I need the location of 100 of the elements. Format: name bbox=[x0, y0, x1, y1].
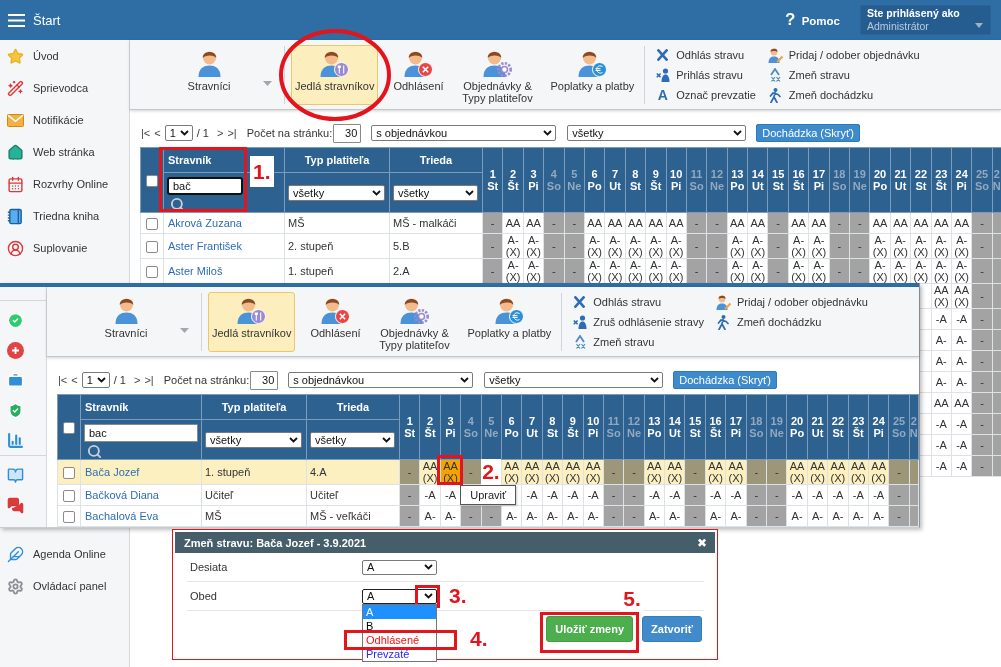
module-button[interactable]: Jedlá stravníkov bbox=[208, 291, 296, 352]
meal-cell[interactable]: A- bbox=[440, 505, 461, 527]
meal-cell[interactable]: AA (X) bbox=[786, 459, 808, 485]
per-page-field[interactable]: 30 bbox=[333, 123, 362, 143]
meal-cell[interactable]: A- bbox=[542, 505, 563, 527]
previous-page-link[interactable]: < bbox=[154, 127, 161, 139]
meal-cell[interactable]: -A bbox=[419, 484, 441, 506]
meal-cell[interactable]: A- (X) bbox=[890, 233, 911, 259]
last-page-link[interactable]: >| bbox=[144, 374, 154, 386]
checkbox[interactable] bbox=[146, 240, 158, 253]
meal-cell[interactable]: A- bbox=[562, 505, 583, 527]
meal-cell[interactable]: A- bbox=[951, 350, 972, 372]
meal-cell[interactable]: A- (X) bbox=[931, 233, 952, 259]
shield-check-icon[interactable] bbox=[7, 401, 24, 419]
meal-cell[interactable]: AA bbox=[502, 212, 524, 234]
meal-cell[interactable]: A- (X) bbox=[869, 233, 891, 259]
action-link[interactable]: Pridaj / odober objednávku bbox=[767, 45, 920, 65]
module-button[interactable]: Objednávky & Typy platiteľov bbox=[450, 44, 545, 105]
sidebar-item[interactable]: Ovládací panel bbox=[0, 570, 129, 602]
meal-cell[interactable]: A- (X) bbox=[666, 233, 687, 259]
meal-cell[interactable]: AA bbox=[931, 392, 952, 414]
meal-cell[interactable]: A- (X) bbox=[808, 233, 830, 259]
meal-cell[interactable]: -A bbox=[583, 484, 604, 506]
book-icon[interactable] bbox=[7, 466, 24, 484]
meal-cell[interactable]: -A bbox=[951, 308, 972, 330]
meal-cell[interactable]: -A bbox=[725, 484, 747, 506]
checkbox[interactable] bbox=[63, 466, 75, 479]
meal-cell[interactable]: AA bbox=[890, 212, 911, 234]
sidebar-item[interactable]: Agenda Online bbox=[0, 538, 129, 570]
caret-down-icon[interactable] bbox=[263, 81, 272, 86]
plus-circle-icon[interactable] bbox=[7, 341, 24, 359]
meal-cell[interactable]: AA bbox=[931, 212, 952, 234]
meal-cell[interactable]: AA (X) bbox=[644, 459, 665, 485]
action-link[interactable]: Odhlás stravu bbox=[655, 45, 756, 65]
meal-cell[interactable]: -A bbox=[951, 455, 972, 477]
meal-cell[interactable]: -A bbox=[931, 434, 952, 456]
order-filter-select[interactable]: s objednávkou bbox=[288, 372, 474, 388]
meal-cell[interactable]: -A bbox=[931, 455, 952, 477]
meal-cell[interactable]: AA (X) bbox=[562, 459, 583, 485]
meal-cell[interactable]: A- (X) bbox=[727, 233, 748, 259]
module-button[interactable]: Odhlásení bbox=[388, 44, 449, 105]
first-page-link[interactable]: |< bbox=[141, 127, 151, 139]
action-link[interactable]: Prihlás stravu bbox=[655, 65, 756, 85]
last-page-link[interactable]: >| bbox=[227, 127, 237, 139]
meal-cell[interactable]: A- bbox=[725, 505, 747, 527]
per-page-field[interactable]: 30 bbox=[250, 370, 279, 390]
bar-chart-icon[interactable] bbox=[7, 431, 24, 449]
meal-cell[interactable]: AA (X) bbox=[542, 459, 563, 485]
meal-cell[interactable]: AA (X) bbox=[868, 459, 889, 485]
search-icon[interactable] bbox=[170, 197, 185, 212]
action-link[interactable]: Zmeň dochádzku bbox=[767, 85, 920, 105]
meal-cell[interactable]: AA bbox=[625, 212, 646, 234]
module-button[interactable]: Stravníci bbox=[96, 291, 156, 352]
sidebar-item[interactable]: Notifikácie bbox=[0, 104, 129, 136]
meal-cell[interactable]: -A bbox=[931, 413, 952, 435]
next-page-link[interactable]: > bbox=[216, 127, 224, 139]
meal-cell[interactable]: AA bbox=[869, 212, 891, 234]
first-page-link[interactable]: |< bbox=[58, 374, 68, 386]
meal-cell[interactable]: A- bbox=[644, 505, 665, 527]
meal-cell[interactable]: -A bbox=[664, 484, 685, 506]
payer-filter-select[interactable]: všetky bbox=[205, 432, 302, 448]
meal-cell[interactable]: A- bbox=[848, 505, 869, 527]
meal-cell[interactable]: A- bbox=[931, 329, 952, 351]
filter-field[interactable]: bac bbox=[84, 424, 198, 442]
user-menu[interactable]: Ste prihlásený ako Administrátor bbox=[860, 5, 991, 35]
meal-cell[interactable]: -A bbox=[868, 484, 889, 506]
sidebar-item[interactable]: Úvod bbox=[0, 40, 129, 72]
meal-cell[interactable]: AA (X) bbox=[664, 459, 685, 485]
meal-cell[interactable]: AA bbox=[788, 212, 809, 234]
action-link[interactable]: Pridaj / odober objednávku bbox=[715, 292, 868, 312]
meal-cell[interactable]: AA (X) bbox=[951, 283, 972, 309]
check-circle-icon[interactable] bbox=[7, 311, 24, 329]
meal-cell[interactable]: AA bbox=[666, 212, 687, 234]
meal-cell[interactable]: AA bbox=[910, 212, 932, 234]
meal-cell[interactable]: -A bbox=[848, 484, 869, 506]
meal-cell[interactable]: A- (X) bbox=[910, 233, 932, 259]
sidebar-item[interactable]: Suplovanie bbox=[0, 232, 129, 264]
next-page-link[interactable]: > bbox=[133, 374, 141, 386]
meal-cell[interactable]: -A bbox=[705, 484, 726, 506]
meal-cell[interactable]: -A bbox=[951, 434, 972, 456]
previous-page-link[interactable]: < bbox=[71, 374, 78, 386]
meal-cell[interactable]: AA bbox=[727, 212, 748, 234]
meal-cell[interactable]: AA (X) bbox=[807, 459, 828, 485]
page-select[interactable]: 1 bbox=[81, 372, 110, 388]
meal-cell[interactable]: A- bbox=[951, 371, 972, 393]
meal-cell[interactable]: AA (X) bbox=[705, 459, 726, 485]
action-link[interactable]: A Označ prevzatie bbox=[655, 85, 756, 105]
meal-cell[interactable]: AA (X) bbox=[521, 459, 543, 485]
help-link[interactable]: ? Pomoc bbox=[784, 9, 840, 31]
checkbox[interactable] bbox=[146, 265, 158, 278]
meal-cell[interactable]: AA bbox=[604, 212, 626, 234]
meal-cell[interactable]: AA bbox=[951, 392, 972, 414]
module-button[interactable]: Objednávky & Typy platiteľov bbox=[367, 291, 462, 352]
module-button[interactable]: Poplatky a platby bbox=[546, 44, 639, 105]
status-filter-select[interactable]: všetky bbox=[567, 125, 747, 141]
module-button[interactable]: Stravníci bbox=[179, 44, 239, 105]
meal-cell[interactable]: A- bbox=[786, 505, 808, 527]
sidebar-item[interactable]: Sprievodca bbox=[0, 72, 129, 104]
checkbox[interactable] bbox=[146, 174, 158, 187]
close-dialog-button[interactable]: Zatvoriť bbox=[642, 616, 702, 642]
